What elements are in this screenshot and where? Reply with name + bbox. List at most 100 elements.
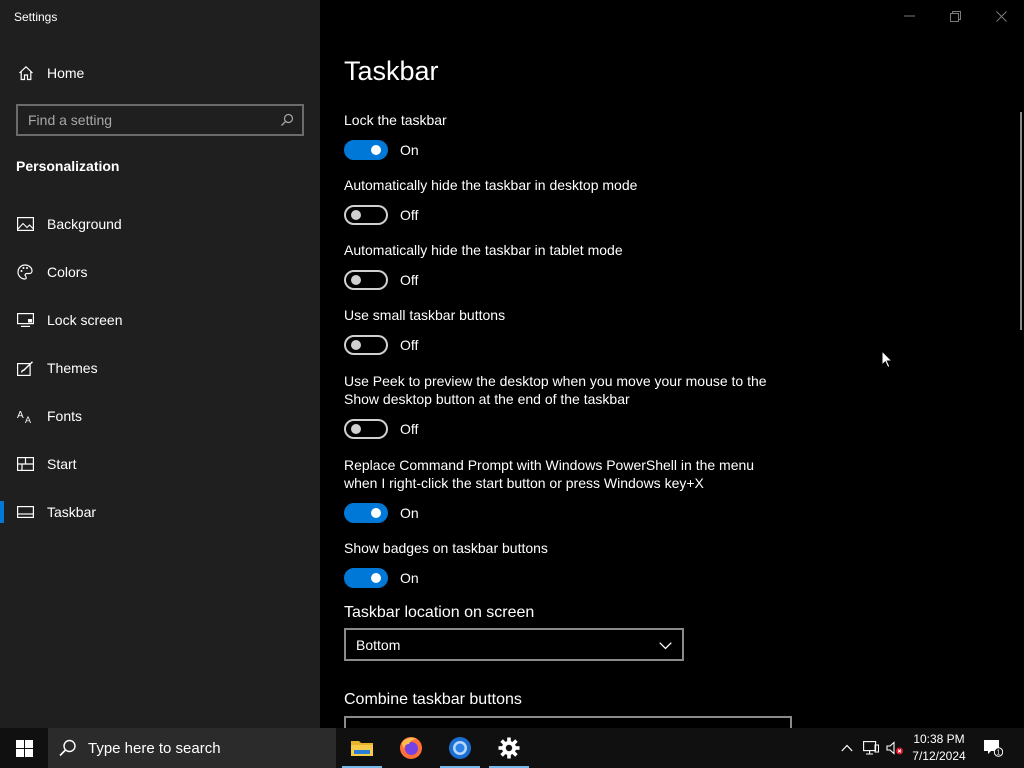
chromium-icon — [449, 737, 471, 759]
restore-icon — [949, 10, 961, 22]
lock-taskbar-toggle[interactable] — [344, 140, 388, 160]
autohide-tablet-toggle[interactable] — [344, 270, 388, 290]
autohide-desktop-toggle[interactable] — [344, 205, 388, 225]
setting-label: Automatically hide the taskbar in tablet… — [344, 242, 623, 258]
toggle-state-label: On — [400, 570, 419, 586]
windows-logo-icon — [15, 739, 33, 757]
lock-screen-icon — [16, 313, 34, 327]
section-title: Personalization — [16, 158, 120, 174]
chevron-up-icon — [841, 744, 853, 752]
brush-icon — [16, 360, 34, 376]
sidebar-item-background[interactable]: Background — [0, 200, 320, 248]
search-icon — [48, 739, 88, 757]
peek-toggle[interactable] — [344, 419, 388, 439]
show-hidden-icons-button[interactable] — [836, 728, 858, 768]
file-explorer-button[interactable] — [338, 728, 386, 768]
sidebar-item-colors[interactable]: Colors — [0, 248, 320, 296]
sidebar-nav: Background Colors Lock screen Themes AA … — [0, 200, 320, 536]
notification-icon: 1 — [984, 740, 1003, 757]
setting-lock-taskbar: Lock the taskbar On — [344, 111, 784, 160]
notification-count: 1 — [997, 750, 1001, 757]
network-button[interactable] — [860, 728, 882, 768]
firefox-icon — [400, 737, 422, 759]
taskbar-location-dropdown[interactable]: Bottom — [344, 628, 684, 661]
sidebar-item-lock-screen[interactable]: Lock screen — [0, 296, 320, 344]
sidebar-item-label: Lock screen — [47, 312, 123, 328]
main-content: Taskbar Lock the taskbar On Automaticall… — [320, 0, 1024, 728]
sidebar-item-label: Colors — [47, 264, 88, 280]
sidebar-item-themes[interactable]: Themes — [0, 344, 320, 392]
find-setting-search[interactable] — [16, 104, 304, 136]
volume-button[interactable] — [884, 728, 906, 768]
settings-button[interactable] — [485, 728, 533, 768]
close-button[interactable] — [978, 0, 1024, 32]
toggle-state-label: Off — [400, 421, 419, 437]
combine-buttons-dropdown[interactable] — [344, 716, 792, 728]
mouse-cursor-icon — [881, 349, 894, 374]
taskbar-location-label: Taskbar location on screen — [344, 604, 535, 621]
restore-button[interactable] — [932, 0, 978, 32]
home-label: Home — [47, 65, 85, 81]
picture-icon — [16, 217, 34, 231]
start-button[interactable] — [0, 728, 48, 768]
chromium-button[interactable] — [436, 728, 484, 768]
setting-powershell: Replace Command Prompt with Windows Powe… — [344, 456, 784, 523]
taskbar: Type here to search 10:38 PM 7/12/2024 1 — [0, 728, 1024, 768]
network-icon — [863, 741, 879, 755]
taskbar-search-box[interactable]: Type here to search — [48, 728, 336, 768]
firefox-button[interactable] — [387, 728, 435, 768]
sidebar-item-fonts[interactable]: AA Fonts — [0, 392, 320, 440]
setting-label: Automatically hide the taskbar in deskto… — [344, 177, 638, 193]
close-icon — [995, 10, 1007, 22]
taskbar-icon — [16, 506, 34, 518]
badges-toggle[interactable] — [344, 568, 388, 588]
setting-label: Use small taskbar buttons — [344, 307, 506, 323]
toggle-state-label: On — [400, 142, 419, 158]
search-icon[interactable] — [272, 113, 302, 127]
action-center-button[interactable]: 1 — [978, 728, 1008, 768]
clock-time: 10:38 PM — [913, 732, 965, 746]
setting-badges: Show badges on taskbar buttons On — [344, 539, 784, 588]
home-nav-item[interactable]: Home — [0, 56, 320, 90]
setting-autohide-desktop: Automatically hide the taskbar in deskto… — [344, 176, 784, 225]
dropdown-value: Bottom — [356, 636, 401, 653]
window-controls — [886, 0, 1024, 32]
setting-label: Use Peek to preview the desktop when you… — [344, 373, 767, 407]
setting-autohide-tablet: Automatically hide the taskbar in tablet… — [344, 241, 784, 290]
find-setting-input[interactable] — [18, 106, 272, 134]
minimize-button[interactable] — [886, 0, 932, 32]
svg-text:A: A — [17, 410, 24, 421]
toggle-state-label: Off — [400, 207, 419, 223]
sidebar-item-start[interactable]: Start — [0, 440, 320, 488]
sidebar-item-label: Start — [47, 456, 77, 472]
sidebar-item-label: Themes — [47, 360, 98, 376]
minimize-icon — [903, 15, 915, 17]
settings-gear-icon — [498, 737, 520, 759]
setting-small-buttons: Use small taskbar buttons Off — [344, 306, 784, 355]
setting-peek: Use Peek to preview the desktop when you… — [344, 372, 784, 439]
font-icon: AA — [16, 409, 34, 424]
setting-label: Replace Command Prompt with Windows Powe… — [344, 457, 755, 491]
sidebar: Settings Home Personalization Background… — [0, 0, 320, 728]
sidebar-item-label: Taskbar — [47, 504, 97, 520]
taskbar-search-placeholder: Type here to search — [88, 739, 221, 757]
palette-icon — [16, 264, 34, 280]
svg-text:A: A — [25, 415, 31, 424]
powershell-toggle[interactable] — [344, 503, 388, 523]
scrollbar[interactable] — [1020, 112, 1022, 330]
setting-label: Show badges on taskbar buttons — [344, 540, 548, 556]
start-tiles-icon — [16, 457, 34, 471]
file-explorer-icon — [351, 741, 373, 756]
volume-muted-icon — [886, 741, 903, 755]
chevron-down-icon — [659, 637, 672, 653]
toggle-state-label: Off — [400, 272, 419, 288]
toggle-state-label: On — [400, 505, 419, 521]
sidebar-item-taskbar[interactable]: Taskbar — [0, 488, 320, 536]
home-icon — [17, 65, 35, 81]
clock-date: 7/12/2024 — [912, 749, 966, 763]
taskbar-clock[interactable]: 10:38 PM 7/12/2024 — [906, 731, 972, 765]
sidebar-item-label: Fonts — [47, 408, 83, 424]
small-buttons-toggle[interactable] — [344, 335, 388, 355]
combine-buttons-label: Combine taskbar buttons — [344, 691, 522, 708]
sidebar-item-label: Background — [47, 216, 122, 232]
